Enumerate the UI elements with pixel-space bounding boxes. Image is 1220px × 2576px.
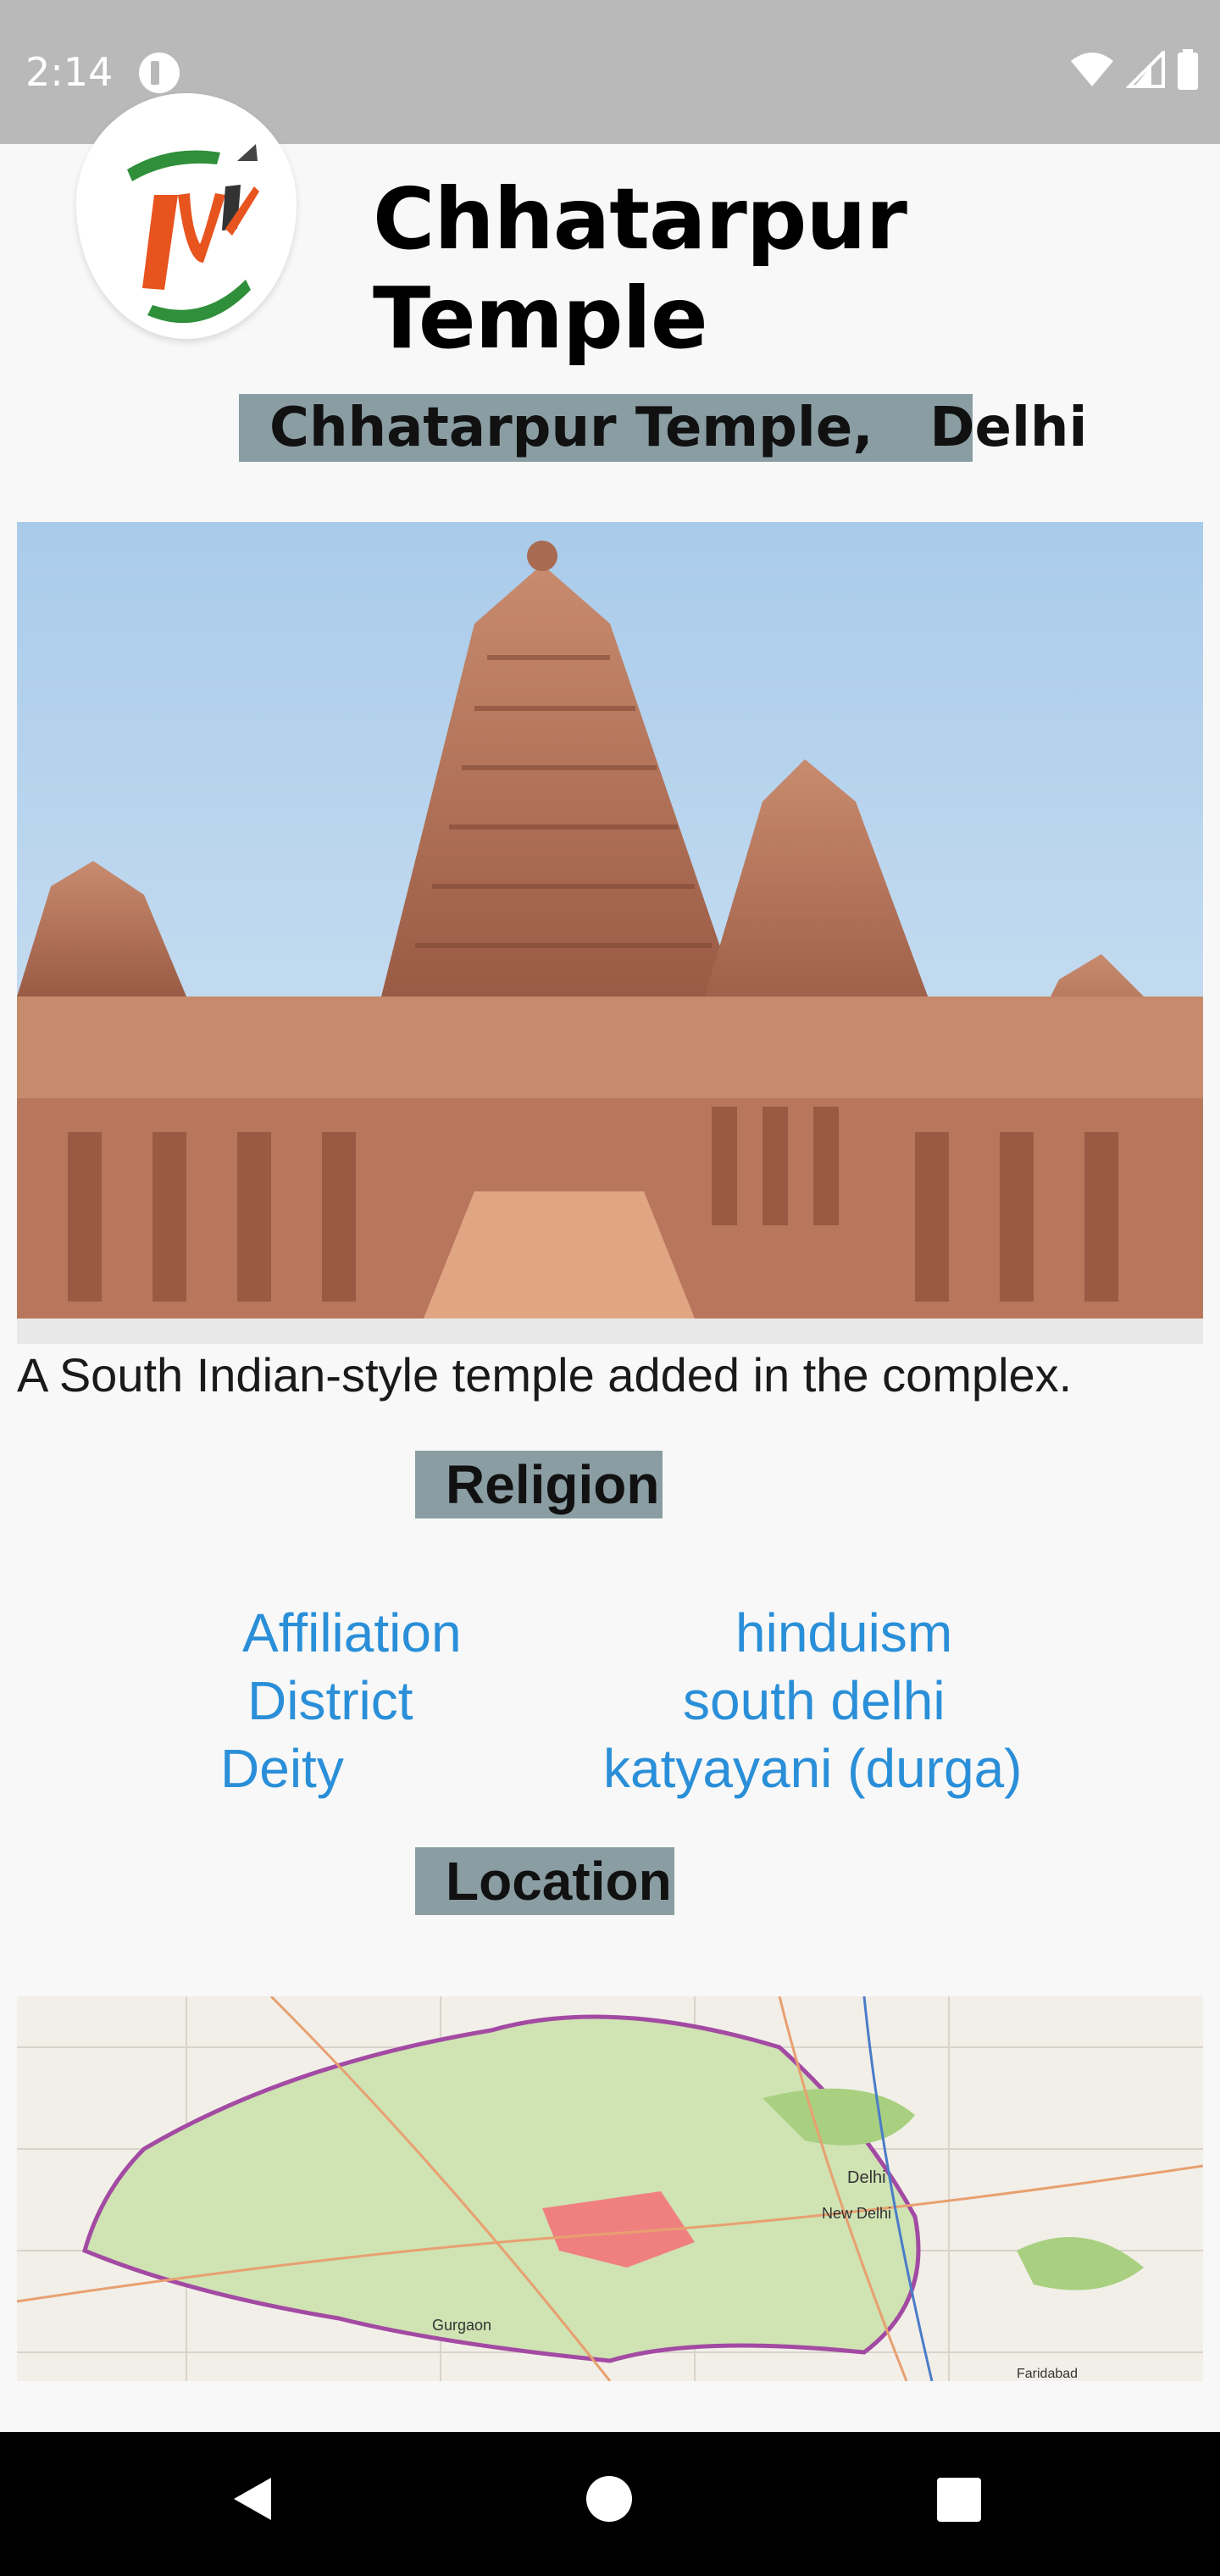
ti-logo-icon	[127, 144, 259, 324]
location-map[interactable]: Delhi New Delhi Gurgaon Faridabad	[17, 1996, 1203, 2381]
app-notification-icon	[139, 53, 180, 93]
map-label-delhi: Delhi	[847, 2168, 886, 2187]
affiliation-value: hinduism	[735, 1602, 953, 1663]
religion-section-title: Religion	[415, 1451, 663, 1518]
map-label-gurgaon: Gurgaon	[432, 2317, 491, 2334]
status-icons	[1062, 49, 1200, 92]
wifi-icon	[1070, 53, 1113, 86]
app-logo	[76, 93, 297, 339]
affiliation-label: Affiliation	[242, 1602, 462, 1663]
system-nav-bar	[0, 2432, 1220, 2576]
back-icon[interactable]	[230, 2474, 274, 2523]
deity-label: Deity	[220, 1738, 344, 1799]
district-value: south delhi	[683, 1670, 946, 1731]
photo-caption: A South Indian-style temple added in the…	[17, 1348, 1073, 1402]
map-label-faridabad: Faridabad	[1017, 2367, 1078, 2381]
status-time: 2:14	[25, 49, 114, 95]
temple-photo	[17, 522, 1203, 1344]
recents-icon[interactable]	[937, 2478, 981, 2522]
home-icon[interactable]	[586, 2476, 632, 2522]
district-label: District	[247, 1670, 413, 1731]
battery-icon	[1178, 49, 1198, 90]
cell-signal-icon	[1125, 51, 1165, 88]
deity-value: katyayani (durga)	[603, 1738, 1023, 1799]
app-title: Chhatarpur Temple	[373, 169, 907, 368]
place-title-badge: Chhatarpur Temple, Delhi	[239, 394, 1087, 462]
map-label-new-delhi: New Delhi	[822, 2205, 891, 2222]
location-section-title: Location	[415, 1847, 674, 1915]
